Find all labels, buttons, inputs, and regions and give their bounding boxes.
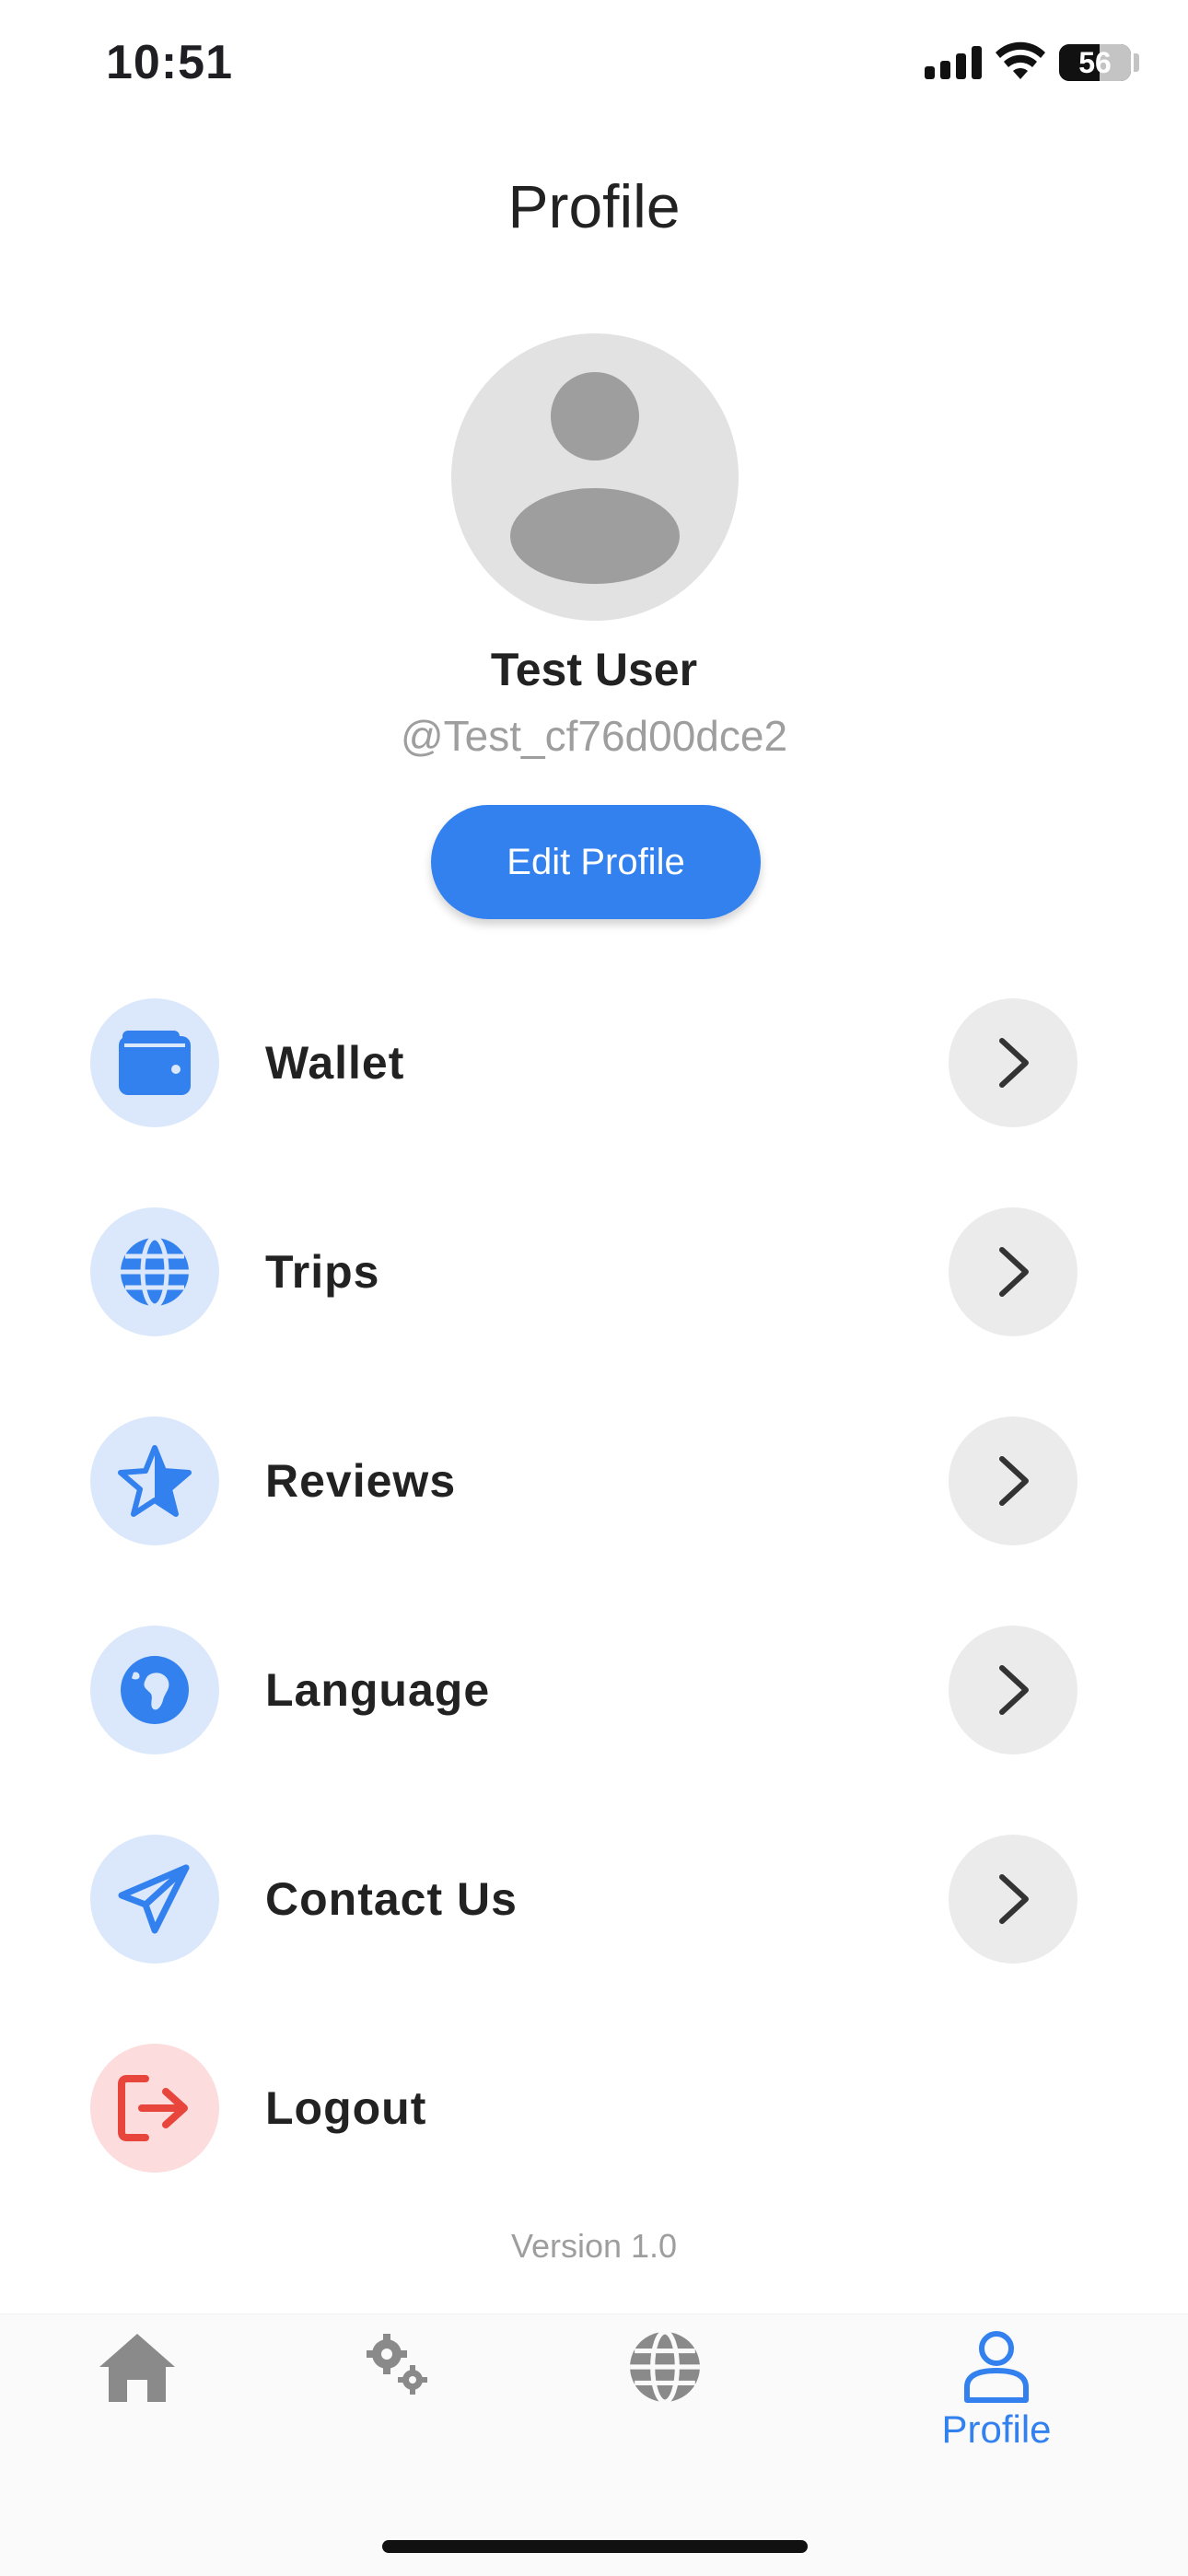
battery-cap: [1134, 53, 1139, 72]
menu-item-label: Contact Us: [265, 1873, 518, 1925]
person-icon: [964, 2331, 1029, 2403]
gears-icon: [367, 2334, 427, 2395]
battery-level-text: 56: [1078, 46, 1112, 79]
chevron-right-icon[interactable]: [949, 1416, 1077, 1545]
tab-profile-label: Profile: [941, 2407, 1052, 2451]
home-icon: [99, 2334, 175, 2402]
tab-settings[interactable]: [305, 2330, 489, 2477]
home-indicator[interactable]: [382, 2540, 808, 2553]
battery-icon: 56: [1059, 44, 1131, 81]
tab-explore[interactable]: [573, 2330, 757, 2477]
user-handle: @Test_cf76d00dce2: [400, 712, 788, 760]
menu-item-logout[interactable]: Logout: [0, 2044, 1188, 2173]
menu-item-label: Logout: [265, 2082, 427, 2134]
wallet-icon: [90, 998, 219, 1127]
menu-item-label: Reviews: [265, 1455, 457, 1507]
menu-item-contact-us[interactable]: Contact Us: [0, 1835, 1188, 1964]
wifi-icon: [996, 41, 1045, 79]
menu-item-label: Trips: [265, 1246, 380, 1298]
menu-item-label: Language: [265, 1664, 491, 1716]
menu-item-wallet[interactable]: Wallet: [0, 998, 1188, 1127]
page-title: Profile: [507, 172, 681, 240]
logout-icon: [90, 2044, 219, 2173]
chevron-right-icon[interactable]: [949, 1835, 1077, 1964]
cellular-signal-icon: [925, 46, 984, 79]
star-icon: [90, 1416, 219, 1545]
tab-profile[interactable]: Profile: [904, 2330, 1089, 2477]
user-name: Test User: [490, 644, 698, 695]
menu-item-label: Wallet: [265, 1037, 405, 1089]
globe-icon: [630, 2330, 700, 2404]
person-placeholder-icon: [510, 372, 680, 584]
chevron-right-icon[interactable]: [949, 998, 1077, 1127]
menu-item-trips[interactable]: Trips: [0, 1207, 1188, 1336]
edit-profile-button[interactable]: Edit Profile: [431, 805, 761, 919]
menu-item-language[interactable]: Language: [0, 1626, 1188, 1754]
app-version: Version 1.0: [510, 2227, 678, 2265]
avatar[interactable]: [451, 333, 739, 621]
paper-plane-icon: [90, 1835, 219, 1964]
status-time: 10:51: [106, 36, 233, 89]
status-bar: 10:51 56: [0, 0, 1188, 129]
earth-icon: [90, 1626, 219, 1754]
tab-home[interactable]: [45, 2330, 229, 2477]
chevron-right-icon[interactable]: [949, 1207, 1077, 1336]
chevron-right-icon[interactable]: [949, 1626, 1077, 1754]
menu-item-reviews[interactable]: Reviews: [0, 1416, 1188, 1545]
globe-icon: [90, 1207, 219, 1336]
